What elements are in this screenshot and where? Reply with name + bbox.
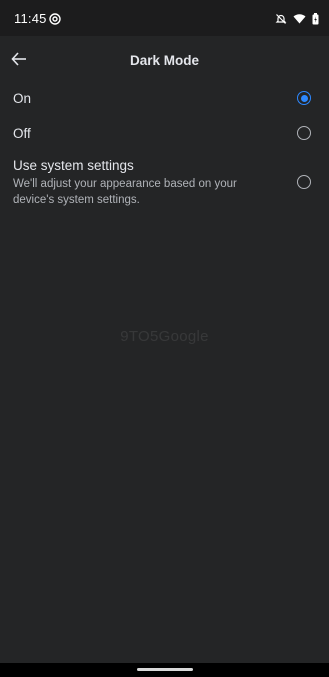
watermark: 9TO5Google bbox=[120, 328, 209, 345]
status-time: 11:45 bbox=[14, 11, 47, 26]
radio-on[interactable] bbox=[297, 91, 311, 105]
navigation-bar bbox=[0, 663, 329, 677]
option-label: Use system settings bbox=[13, 158, 134, 173]
wifi-icon bbox=[293, 13, 306, 24]
at-sign-icon bbox=[49, 12, 61, 25]
option-system-settings[interactable]: Use system settings We'll adjust your ap… bbox=[0, 155, 329, 211]
option-label: Off bbox=[13, 126, 31, 141]
option-label: On bbox=[13, 91, 32, 106]
battery-icon bbox=[312, 12, 319, 25]
option-description: We'll adjust your appearance based on yo… bbox=[13, 178, 237, 206]
page-title: Dark Mode bbox=[129, 53, 200, 68]
option-off[interactable]: Off bbox=[0, 121, 329, 147]
status-icons bbox=[275, 12, 319, 25]
option-on[interactable]: On bbox=[0, 86, 329, 112]
status-bar: 11:45 bbox=[0, 0, 329, 36]
app-header: Dark Mode bbox=[0, 36, 329, 86]
radio-system-settings[interactable] bbox=[297, 175, 311, 189]
home-indicator[interactable] bbox=[137, 668, 193, 671]
radio-off[interactable] bbox=[297, 126, 311, 140]
notifications-off-icon bbox=[275, 13, 287, 25]
